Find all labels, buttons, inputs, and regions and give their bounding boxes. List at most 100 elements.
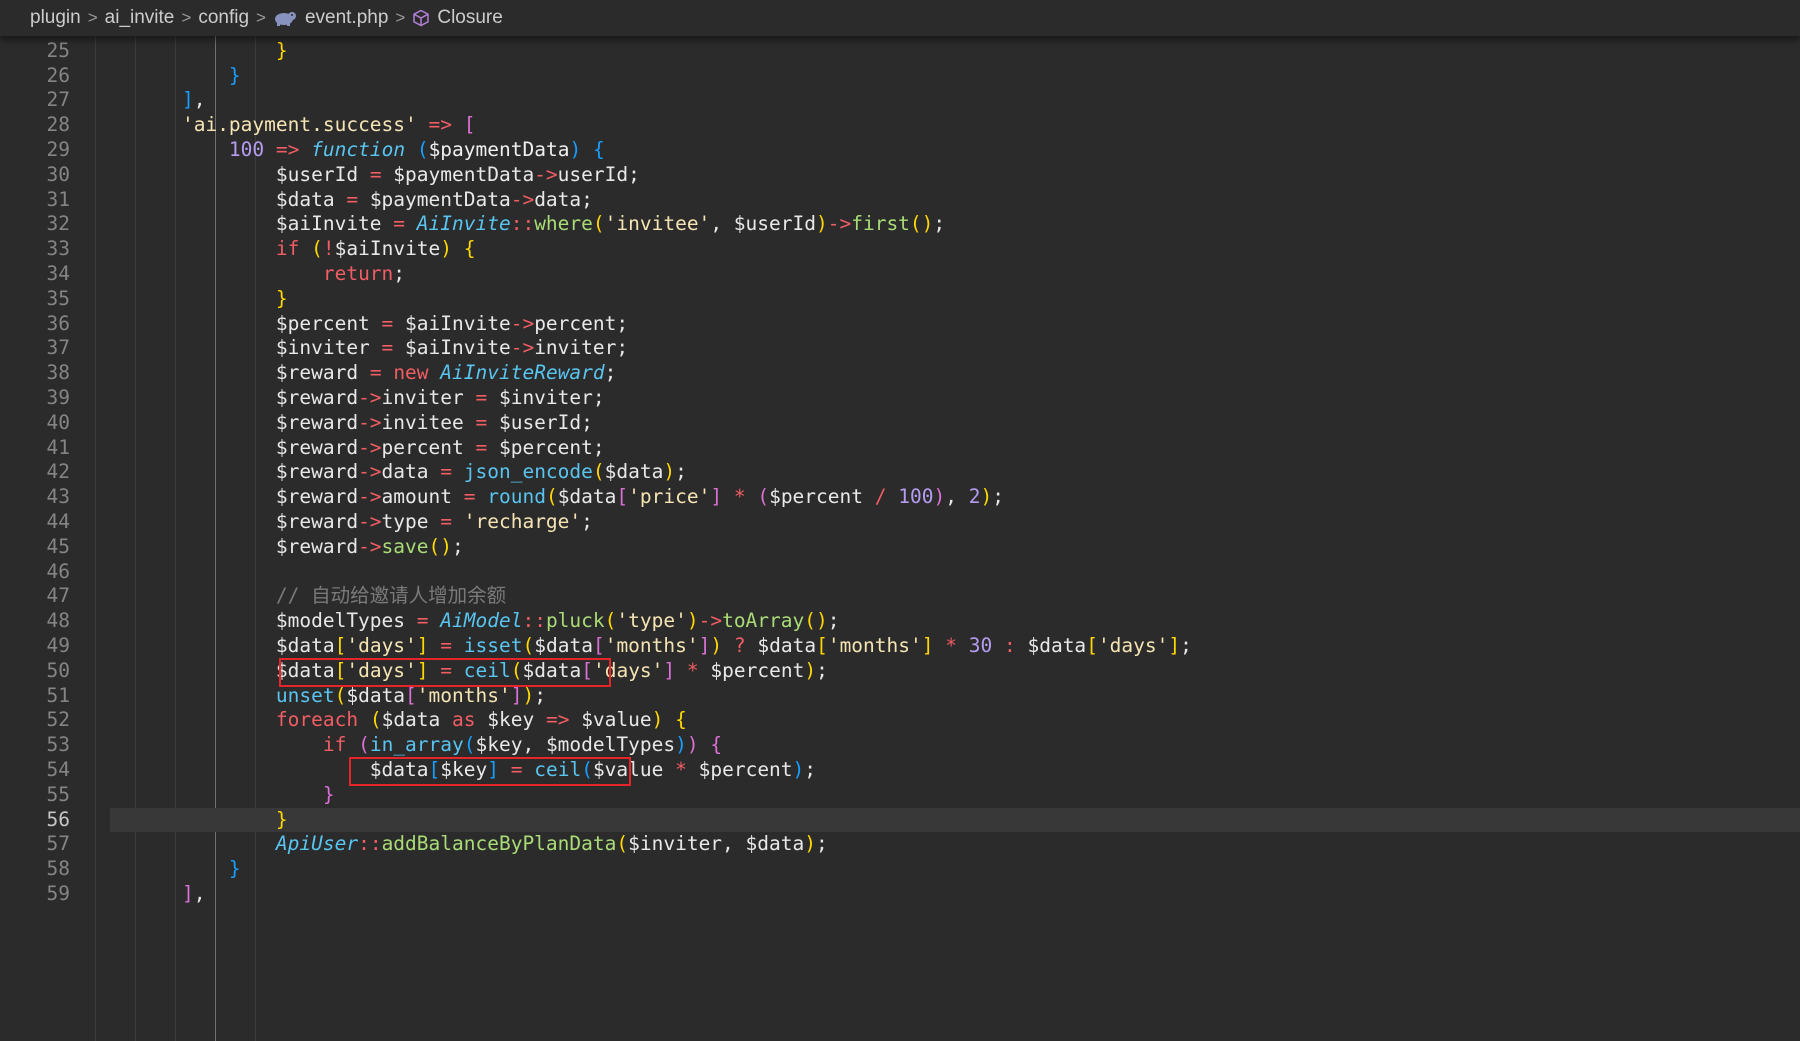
code-token: (	[369, 708, 382, 732]
code-token: toArray	[722, 609, 805, 633]
line-number: 30	[46, 162, 70, 186]
code-line[interactable]: 37 $inviter = $aiInvite->inviter;	[0, 336, 1800, 361]
code-line[interactable]: 50 $data['days'] = ceil($data['days'] * …	[0, 659, 1800, 684]
code-text: $reward->save();	[135, 535, 464, 560]
code-token: 'days'	[346, 658, 417, 682]
code-line[interactable]: 26 }	[0, 64, 1800, 89]
code-line[interactable]: 49 $data['days'] = isset($data['months']…	[0, 634, 1800, 659]
code-token: $data	[346, 683, 406, 707]
code-token: ]	[416, 658, 429, 682]
code-token: )	[815, 212, 828, 236]
code-line[interactable]: 42 $reward->data = json_encode($data);	[0, 460, 1800, 485]
code-token: $key	[440, 758, 488, 781]
code-token: $inviter, $data	[628, 832, 805, 856]
code-token: ;	[675, 460, 687, 484]
code-token: ->	[510, 187, 535, 211]
code-text: $reward->invitee = $userId;	[135, 411, 593, 436]
code-line[interactable]: 43 $reward->amount = round($data['price'…	[0, 485, 1800, 510]
code-token: 100	[228, 138, 265, 161]
code-line[interactable]: 51 unset($data['months']);	[0, 684, 1800, 709]
code-line[interactable]: 28 'ai.payment.success' => [	[0, 113, 1800, 138]
code-token: ;	[393, 262, 406, 285]
code-token: $data	[135, 634, 335, 657]
php-elephant-icon	[274, 12, 296, 26]
code-token: userId;	[557, 162, 640, 186]
code-line[interactable]: 41 $reward->percent = $percent;	[0, 436, 1800, 461]
breadcrumb-closure[interactable]: Closure	[437, 7, 502, 29]
code-token: 30	[968, 634, 993, 657]
code-line[interactable]: 58 }	[0, 857, 1800, 882]
code-token: =	[440, 658, 453, 682]
code-line[interactable]: 59 ],	[0, 882, 1800, 907]
code-token: 'price'	[628, 485, 711, 509]
code-token: )	[804, 658, 817, 682]
code-token: ,	[193, 882, 206, 905]
code-line[interactable]: 40 $reward->invitee = $userId;	[0, 411, 1800, 436]
code-token: ApiUser	[275, 832, 359, 856]
code-text: }	[135, 808, 288, 833]
code-token: =	[440, 460, 452, 484]
code-line[interactable]: 31 $data = $paymentData->data;	[0, 188, 1800, 213]
line-number: 32	[46, 212, 70, 236]
code-token: $paymentData	[358, 187, 511, 211]
code-token: =	[475, 410, 488, 434]
line-number: 44	[46, 510, 70, 533]
code-line[interactable]: 48 $modelTypes = AiModel::pluck('type')-…	[0, 609, 1800, 634]
code-text: }	[135, 857, 241, 882]
code-line[interactable]: 35 }	[0, 287, 1800, 312]
code-token: ;	[933, 212, 946, 236]
code-line[interactable]: 45 $reward->save();	[0, 535, 1800, 560]
code-token: ;	[604, 361, 617, 385]
code-line[interactable]: 29 100 => function ($paymentData) {	[0, 138, 1800, 163]
breadcrumb-plugin[interactable]: plugin	[30, 7, 81, 29]
code-token: in_array	[369, 733, 464, 757]
breadcrumb-event-php[interactable]: event.php	[305, 7, 388, 29]
breadcrumb-config[interactable]: config	[198, 7, 249, 29]
code-line[interactable]: 39 $reward->inviter = $inviter;	[0, 386, 1800, 411]
code-token: *	[733, 485, 746, 509]
breadcrumb-ai-invite[interactable]: ai_invite	[105, 7, 175, 29]
code-line[interactable]: 56 }	[0, 807, 1800, 833]
code-line[interactable]: 32 $aiInvite = AiInvite::where('invitee'…	[0, 212, 1800, 237]
code-line[interactable]: 57 ApiUser::addBalanceByPlanData($invite…	[0, 832, 1800, 857]
code-token: $value	[592, 758, 676, 781]
code-token: $userId;	[487, 410, 593, 434]
code-line[interactable]: 33 if (!$aiInvite) {	[0, 237, 1800, 262]
code-token: $reward	[135, 361, 370, 385]
code-line[interactable]: 54 $data[$key] = ceil($value * $percent)…	[0, 758, 1800, 783]
code-line[interactable]: 30 $userId = $paymentData->userId;	[0, 163, 1800, 188]
code-text: if (in_array($key, $modelTypes)) {	[135, 733, 722, 758]
code-line[interactable]: 36 $percent = $aiInvite->percent;	[0, 312, 1800, 337]
code-line[interactable]: 47 // 自动给邀请人增加余额	[0, 584, 1800, 609]
code-token: 'ai.payment.success'	[181, 113, 417, 137]
code-line[interactable]: 38 $reward = new AiInviteReward;	[0, 361, 1800, 386]
code-editor[interactable]: 24 $aiInvite->save();25 }26 }27 ],28 'ai…	[0, 22, 1800, 1041]
code-token: $userId	[135, 162, 370, 186]
line-number: 54	[46, 758, 70, 781]
code-line[interactable]: 27 ],	[0, 88, 1800, 113]
code-line[interactable]: 25 }	[0, 39, 1800, 64]
code-text: 'ai.payment.success' => [	[135, 113, 476, 138]
chevron-right-icon: >	[256, 8, 266, 27]
code-token: =	[475, 386, 488, 409]
code-token: ;	[452, 534, 464, 558]
code-token: $key, $modelTypes	[475, 733, 676, 757]
code-line[interactable]: 34 return;	[0, 262, 1800, 287]
code-token: ;	[1180, 634, 1192, 657]
code-line[interactable]: 46	[0, 560, 1800, 585]
code-text: 100 => function ($paymentData) {	[135, 138, 605, 163]
code-line[interactable]: 53 if (in_array($key, $modelTypes)) {	[0, 733, 1800, 758]
code-token: $modelTypes	[135, 609, 417, 633]
code-line[interactable]: 44 $reward->type = 'recharge';	[0, 510, 1800, 535]
code-token: ;	[827, 609, 840, 633]
code-line[interactable]: 52 foreach ($data as $key => $value) {	[0, 708, 1800, 733]
code-token: ()	[428, 534, 452, 558]
code-line[interactable]: 55 }	[0, 783, 1800, 808]
